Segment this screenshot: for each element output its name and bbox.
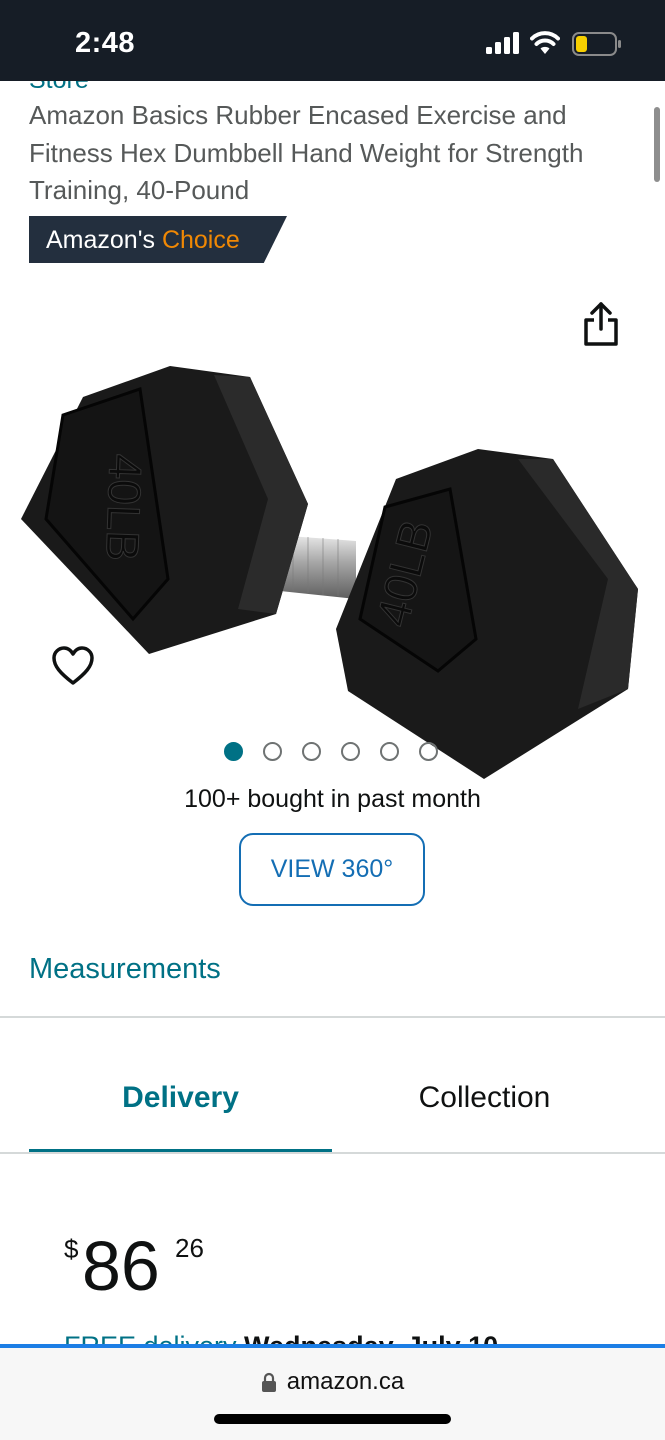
badge-prefix: Amazon's [46, 226, 162, 254]
carousel-dot-4[interactable] [341, 742, 360, 761]
url-text: amazon.ca [286, 1368, 405, 1395]
measurements-link[interactable]: Measurements [29, 953, 221, 986]
badge-accent: Choice [161, 226, 240, 254]
bought-in-past-month: 100+ bought in past month [184, 785, 481, 813]
scrollbar[interactable] [654, 107, 660, 182]
divider [0, 1152, 665, 1154]
status-bar: 2:48 [0, 0, 665, 81]
price-currency-symbol: $ [64, 1234, 79, 1264]
share-icon[interactable] [581, 301, 621, 347]
divider [0, 1016, 665, 1018]
price-fraction: 26 [175, 1233, 204, 1263]
carousel-dot-5[interactable] [380, 742, 399, 761]
wifi-icon [530, 31, 560, 54]
lock-icon [261, 1372, 276, 1392]
product-page: Store Amazon Basics Rubber Encased Exerc… [0, 81, 665, 1344]
badge-text: Amazon's Choice [46, 226, 240, 255]
price-whole: 86 [82, 1227, 160, 1305]
image-weight-label: 40LB [96, 453, 152, 562]
view-360-button[interactable]: VIEW 360° [239, 833, 425, 906]
battery-low-icon [572, 32, 621, 56]
delivery-info: FREE delivery Wednesday, July 10 [64, 1331, 498, 1344]
browser-address-bar: amazon.ca [0, 1344, 665, 1440]
delivery-date: Wednesday, July 10 [237, 1331, 498, 1344]
store-link[interactable]: Store [29, 81, 89, 95]
cellular-signal-icon [486, 32, 519, 54]
home-indicator[interactable] [214, 1414, 451, 1424]
product-image[interactable]: 40LB 40LB [18, 279, 648, 789]
status-time: 2:48 [75, 27, 136, 59]
carousel-dot-3[interactable] [302, 742, 321, 761]
url-field[interactable]: amazon.ca [0, 1368, 665, 1396]
carousel-dot-2[interactable] [263, 742, 282, 761]
wishlist-heart-icon[interactable] [52, 646, 94, 686]
product-title: Amazon Basics Rubber Encased Exercise an… [29, 100, 584, 205]
tab-delivery[interactable]: Delivery [29, 1081, 332, 1115]
image-carousel-dots [224, 742, 438, 761]
tab-collection[interactable]: Collection [333, 1081, 636, 1115]
free-delivery-link[interactable]: FREE delivery [64, 1331, 237, 1344]
carousel-dot-6[interactable] [419, 742, 438, 761]
carousel-dot-1[interactable] [224, 742, 243, 761]
amazons-choice-badge: Amazon's Choice [29, 216, 287, 263]
